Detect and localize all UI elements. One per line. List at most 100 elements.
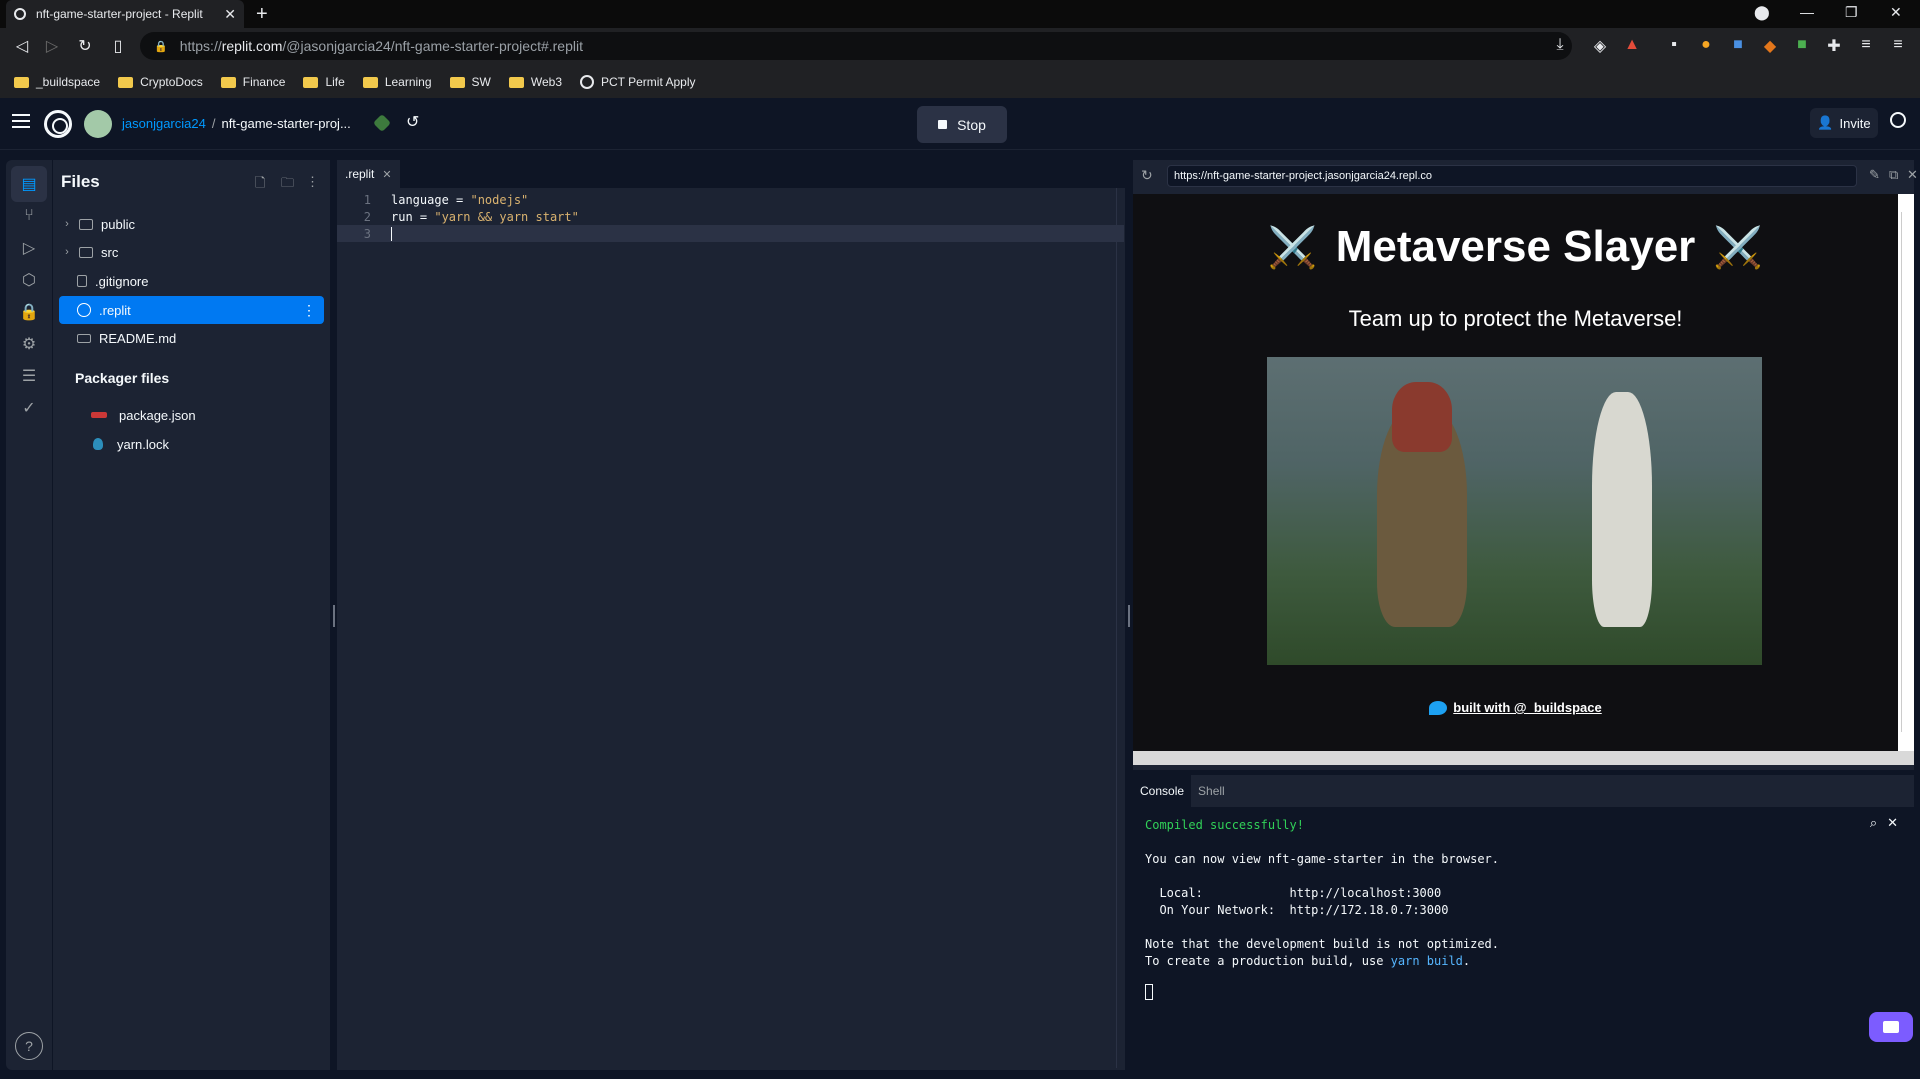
settings-gear-icon[interactable]: ⚙ — [11, 326, 47, 362]
brave-shield-icon[interactable]: ◈ — [1590, 36, 1610, 56]
view-message: You can now view nft-game-starter in the… — [1145, 852, 1500, 866]
address-bar[interactable]: 🔒 https:// replit.com /@jasonjgarcia24/n… — [140, 32, 1572, 60]
secrets-lock-icon[interactable]: 🔒 — [11, 294, 47, 330]
scrollbar-thumb[interactable] — [1901, 212, 1911, 732]
bookmarks-bar: _buildspace CryptoDocs Finance Life Lear… — [0, 66, 1920, 98]
history-icon[interactable]: ↺ — [406, 112, 419, 132]
back-icon[interactable]: ◁ — [12, 36, 32, 56]
webview-url-field[interactable]: https://nft-game-starter-project.jasonjg… — [1167, 165, 1857, 187]
bookmark-cryptodocs[interactable]: CryptoDocs — [118, 75, 203, 89]
help-icon[interactable]: ? — [15, 1032, 43, 1060]
code-line[interactable]: 2 run = "yarn && yarn start" — [337, 208, 1124, 225]
stop-button[interactable]: Stop — [917, 106, 1007, 143]
browser-menu-icon[interactable]: ≡ — [1888, 36, 1908, 54]
forward-icon[interactable]: ▷ — [42, 36, 62, 56]
local-url: http://localhost:3000 — [1289, 886, 1442, 900]
browser-tab-bar: nft-game-starter-project - Replit ✕ + ⬤ … — [0, 0, 1920, 28]
bookmark-sw[interactable]: SW — [449, 75, 491, 89]
extension-1-icon[interactable]: ▪ — [1664, 36, 1684, 54]
replit-logo-icon[interactable] — [44, 110, 72, 138]
editor-tab-replit[interactable]: .replit ✕ — [337, 160, 400, 188]
page-subtitle: Team up to protect the Metaverse! — [1348, 306, 1683, 331]
minimize-icon[interactable]: — — [1800, 4, 1814, 20]
webview-refresh-icon[interactable]: ↻ — [1141, 167, 1153, 184]
stop-label: Stop — [957, 116, 986, 133]
more-options-icon[interactable]: ⋮ — [306, 174, 319, 190]
unit-tests-check-icon[interactable]: ✓ — [11, 390, 47, 426]
console-search-icon[interactable]: ⌕ — [1870, 815, 1877, 831]
invite-button[interactable]: 👤 Invite — [1810, 108, 1878, 138]
bookmark-buildspace[interactable]: _buildspace — [14, 75, 100, 89]
files-title: Files — [61, 172, 100, 191]
edit-url-icon[interactable]: ✎ — [1869, 167, 1880, 183]
search-icon[interactable] — [1890, 112, 1906, 128]
file-item-readme[interactable]: README.md — [59, 324, 324, 352]
file-label: public — [101, 216, 135, 232]
code-line-current[interactable]: 3 — [337, 225, 1124, 242]
new-tab-icon[interactable]: + — [256, 3, 268, 26]
breadcrumb-username[interactable]: jasonjgarcia24 — [122, 116, 206, 131]
restore-icon[interactable]: ❐ — [1845, 4, 1858, 21]
bookmark-life[interactable]: Life — [303, 75, 345, 89]
panel-resize-handle[interactable] — [1128, 605, 1130, 627]
bookmark-learning[interactable]: Learning — [362, 75, 432, 89]
debugger-icon[interactable]: ▷ — [11, 230, 47, 266]
reload-icon[interactable]: ↻ — [75, 36, 95, 56]
database-icon[interactable]: ☰ — [11, 358, 47, 394]
avatar[interactable] — [84, 110, 112, 138]
breadcrumb-project[interactable]: nft-game-starter-proj... — [221, 116, 350, 131]
file-item-src[interactable]: › src — [59, 238, 324, 266]
console-cursor[interactable] — [1145, 984, 1153, 1000]
translate-extension-icon[interactable]: ■ — [1728, 36, 1748, 54]
close-tab-icon[interactable]: ✕ — [224, 6, 236, 23]
bookmark-label: _buildspace — [36, 75, 101, 89]
packager-item-package-json[interactable]: package.json — [59, 401, 324, 429]
folder-icon — [14, 76, 29, 88]
console-clear-icon[interactable]: ✕ — [1887, 815, 1898, 831]
webview-vertical-scrollbar[interactable] — [1898, 194, 1914, 751]
webview-page: ⚔️ Metaverse Slayer ⚔️ Team up to protec… — [1133, 194, 1898, 751]
file-item-gitignore[interactable]: .gitignore — [59, 267, 324, 295]
webview-toolbar: ↻ https://nft-game-starter-project.jason… — [1133, 160, 1918, 192]
bookmark-label: PCT Permit Apply — [601, 75, 696, 89]
files-tool-icon[interactable]: ▤ — [11, 166, 47, 202]
profile-dropdown-icon[interactable]: ⬤ — [1754, 4, 1770, 21]
new-file-icon[interactable]: 🗋 — [255, 174, 265, 196]
new-folder-icon[interactable]: 🗀 — [281, 174, 294, 196]
extension-3-icon[interactable]: ■ — [1792, 36, 1812, 54]
window-close-icon[interactable]: ✕ — [1890, 4, 1902, 21]
panel-resize-handle[interactable] — [333, 605, 335, 627]
close-tab-icon[interactable]: ✕ — [382, 168, 391, 181]
activity-bar: ▤ ⑂ ▷ ⬡ 🔒 ⚙ ☰ ✓ ? — [6, 160, 52, 1070]
webview-horizontal-scrollbar[interactable] — [1133, 751, 1914, 765]
file-item-public[interactable]: › public — [59, 210, 324, 238]
tab-console[interactable]: Console — [1133, 775, 1192, 807]
folder-icon — [220, 76, 236, 88]
reading-list-icon[interactable]: ≡ — [1856, 36, 1876, 54]
code-line[interactable]: 1 language = "nodejs" — [337, 191, 1124, 208]
buildspace-link[interactable]: built with @_buildspace — [1453, 700, 1601, 715]
code-editor[interactable]: .replit ✕ 1 language = "nodejs" 2 run = … — [337, 160, 1125, 1070]
bookmark-pct-permit[interactable]: PCT Permit Apply — [580, 75, 696, 89]
markdown-icon — [77, 333, 91, 343]
close-webview-icon[interactable]: ✕ — [1907, 167, 1918, 183]
metamask-icon[interactable]: ◆ — [1760, 36, 1780, 56]
brave-rewards-icon[interactable]: ▲ — [1622, 36, 1642, 54]
packages-icon[interactable]: ⬡ — [11, 262, 47, 298]
chat-button[interactable] — [1869, 1012, 1913, 1042]
file-item-replit[interactable]: .replit ⋮ — [59, 296, 324, 324]
version-control-icon[interactable]: ⑂ — [11, 198, 47, 234]
packager-item-yarn-lock[interactable]: yarn.lock — [59, 430, 324, 458]
menu-icon[interactable] — [12, 114, 30, 128]
extensions-puzzle-icon[interactable]: ✚ — [1824, 36, 1844, 56]
tab-shell[interactable]: Shell — [1191, 775, 1232, 807]
bookmark-icon[interactable]: ▯ — [108, 36, 128, 56]
file-menu-icon[interactable]: ⋮ — [302, 302, 316, 319]
bookmark-finance[interactable]: Finance — [220, 75, 285, 89]
editor-scrollbar[interactable] — [1116, 188, 1117, 1068]
bookmark-web3[interactable]: Web3 — [508, 75, 562, 89]
browser-tab[interactable]: nft-game-starter-project - Replit ✕ — [6, 0, 244, 28]
extension-2-icon[interactable]: ● — [1696, 36, 1716, 54]
install-app-icon[interactable]: ⤓ — [1550, 36, 1570, 54]
open-new-tab-icon[interactable]: ⧉ — [1889, 167, 1898, 183]
